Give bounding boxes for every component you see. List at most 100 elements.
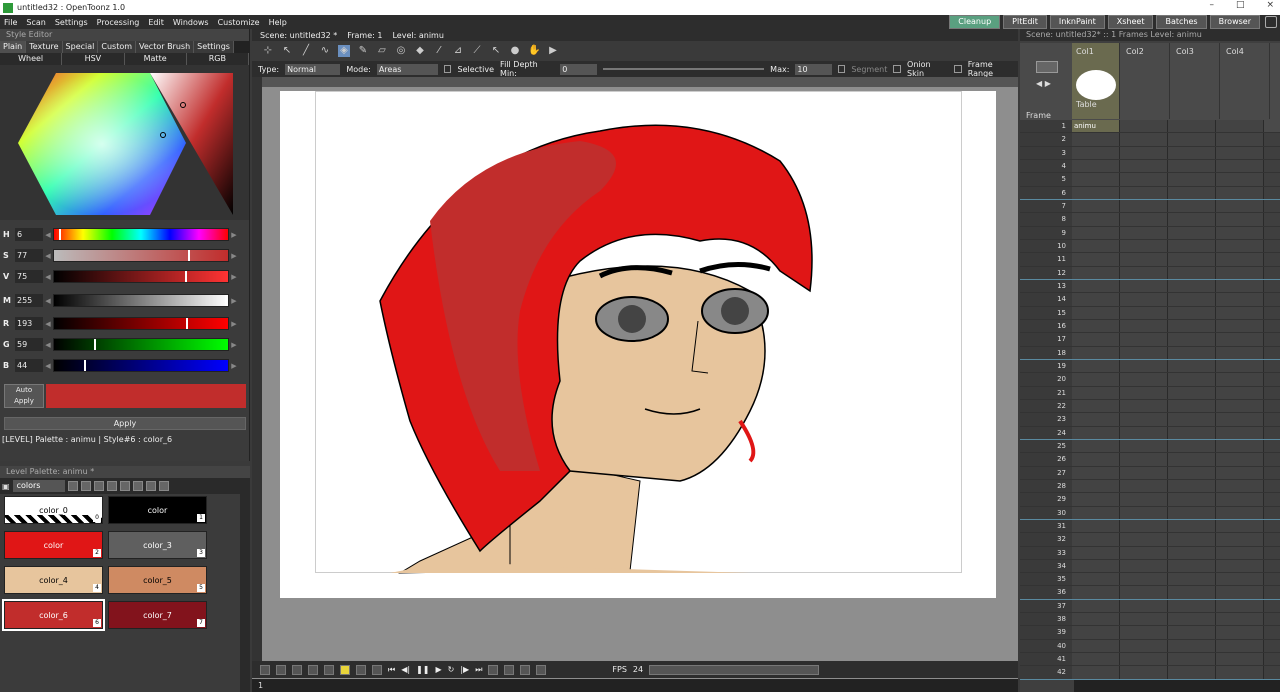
control-point-tool-icon[interactable]: ⊿ — [452, 45, 464, 57]
xsheet-cell[interactable] — [1216, 133, 1264, 146]
xsheet-cell[interactable] — [1072, 493, 1120, 506]
xsheet-cell[interactable] — [1168, 413, 1216, 426]
frame-number[interactable]: 6 — [1020, 186, 1072, 199]
xsheet-cell[interactable] — [1168, 133, 1216, 146]
slider-value-field[interactable]: 59 — [15, 338, 43, 351]
fps-slider[interactable] — [649, 664, 820, 675]
frame-number[interactable]: 36 — [1020, 586, 1072, 599]
prev-frame-icon[interactable]: ◀| — [401, 665, 410, 674]
slider-value-field[interactable]: 255 — [15, 294, 43, 307]
xsheet-cell[interactable] — [1072, 519, 1120, 533]
xsheet-cell[interactable] — [1168, 559, 1216, 573]
page-icon[interactable] — [119, 481, 130, 491]
frame-scrollbar[interactable]: 1 — [252, 679, 1018, 692]
frame-number[interactable]: 40 — [1020, 639, 1072, 653]
frame-number[interactable]: 22 — [1020, 399, 1072, 413]
frame-number[interactable]: 3 — [1020, 146, 1072, 159]
frame-number[interactable]: 33 — [1020, 546, 1072, 559]
xsheet-cell[interactable] — [1072, 639, 1120, 653]
xsheet-cell[interactable] — [1120, 120, 1168, 133]
xsheet-cell[interactable] — [1072, 533, 1120, 546]
frame-number[interactable]: 28 — [1020, 479, 1072, 493]
xsheet-cell[interactable] — [1072, 626, 1120, 639]
xsheet-cell[interactable] — [1168, 159, 1216, 173]
view-icon[interactable] — [67, 481, 78, 491]
slider-b[interactable]: B 44 ◀ ▶ — [0, 355, 249, 376]
xsheet-scrollbar[interactable] — [1074, 680, 1280, 692]
room-tab-cleanup[interactable]: Cleanup — [949, 15, 1001, 29]
xsheet-cell[interactable] — [1168, 373, 1216, 386]
arrow-left-icon[interactable]: ◀ — [43, 252, 53, 260]
save-icon[interactable] — [93, 481, 104, 491]
xsheet-cell[interactable] — [1120, 226, 1168, 239]
xsheet-cell[interactable] — [1072, 653, 1120, 666]
slider-value-field[interactable]: 44 — [15, 359, 43, 372]
frame-number[interactable]: 38 — [1020, 613, 1072, 626]
style-chip-3[interactable]: color_3 3 — [108, 531, 207, 559]
frame-number[interactable]: 10 — [1020, 239, 1072, 253]
room-tab-inknpaint[interactable]: InknPaint — [1049, 15, 1105, 29]
xsheet-cell[interactable] — [1216, 586, 1264, 599]
slider-m[interactable]: M 255 ◀ ▶ — [0, 290, 249, 311]
xsheet-cell[interactable] — [1216, 599, 1264, 613]
camera-icon[interactable] — [276, 664, 286, 675]
xsheet-cell[interactable] — [1216, 293, 1264, 306]
xsheet-cell[interactable] — [1120, 373, 1168, 386]
xsheet-cell[interactable] — [1072, 413, 1120, 426]
onion-skin-checkbox[interactable] — [893, 65, 902, 73]
xsheet-cell[interactable] — [1120, 653, 1168, 666]
brush-tool-icon[interactable]: ╱ — [300, 45, 312, 57]
xsheet-cell[interactable] — [1120, 439, 1168, 453]
xsheet-cell[interactable] — [1120, 333, 1168, 346]
arrow-right-icon[interactable]: ▶ — [229, 362, 239, 370]
xsheet-cell[interactable] — [1216, 546, 1264, 559]
xsheet-cell[interactable] — [1120, 559, 1168, 573]
next-icon[interactable] — [132, 481, 143, 491]
xsheet-cell[interactable] — [1120, 279, 1168, 293]
matte-bar[interactable] — [53, 294, 229, 307]
xsheet-cell[interactable] — [1168, 346, 1216, 359]
xsheet-cell[interactable] — [1168, 386, 1216, 399]
subtab-rgb[interactable]: RGB — [187, 53, 249, 65]
xsheet-cell[interactable] — [1216, 186, 1264, 199]
room-tab-browser[interactable]: Browser — [1209, 15, 1260, 29]
arrow-left-icon[interactable]: ◀ — [43, 231, 53, 239]
xsheet-cell[interactable] — [1072, 573, 1120, 586]
xsheet-cell[interactable] — [1072, 399, 1120, 413]
frame-number[interactable]: 14 — [1020, 293, 1072, 306]
xsheet-cell[interactable] — [1216, 226, 1264, 239]
xsheet-cell[interactable] — [1216, 266, 1264, 279]
xsheet-cell[interactable] — [1168, 519, 1216, 533]
xsheet-cell[interactable] — [1120, 173, 1168, 186]
xsheet-cell[interactable] — [1120, 319, 1168, 333]
xsheet-cell[interactable] — [1216, 466, 1264, 479]
add-column-icon[interactable] — [1036, 61, 1058, 73]
xsheet-cell[interactable] — [1216, 666, 1264, 679]
xsheet-cell[interactable] — [1072, 613, 1120, 626]
xsheet-cell[interactable] — [1168, 599, 1216, 613]
xsheet-cell[interactable] — [1120, 639, 1168, 653]
frame-number[interactable]: 11 — [1020, 253, 1072, 266]
xsheet-cell[interactable] — [1120, 386, 1168, 399]
xsheet-cell[interactable] — [1168, 293, 1216, 306]
arrow-left-icon[interactable]: ◀ — [43, 320, 53, 328]
slider-g[interactable]: G 59 ◀ ▶ — [0, 334, 249, 355]
menu-help[interactable]: Help — [269, 18, 287, 27]
xsheet-cell[interactable] — [1120, 533, 1168, 546]
xsheet-cell[interactable] — [1216, 359, 1264, 373]
frame-number[interactable]: 19 — [1020, 359, 1072, 373]
folder-icon[interactable] — [158, 481, 169, 491]
frame-number[interactable]: 37 — [1020, 599, 1072, 613]
xsheet-cell[interactable] — [1168, 466, 1216, 479]
xsheet-cell[interactable] — [1168, 399, 1216, 413]
xsheet-cell[interactable] — [1168, 439, 1216, 453]
xsheet-cell[interactable] — [1072, 319, 1120, 333]
xsheet-cell[interactable] — [1120, 453, 1168, 466]
xsheet-cell[interactable] — [1120, 626, 1168, 639]
arrow-right-icon[interactable]: ▶ — [229, 231, 239, 239]
xsheet-cell[interactable] — [1072, 373, 1120, 386]
xsheet-cell[interactable] — [1216, 120, 1264, 133]
apply-button[interactable]: Apply — [4, 417, 246, 430]
xsheet-cell[interactable] — [1072, 239, 1120, 253]
frame-number[interactable]: 27 — [1020, 466, 1072, 479]
